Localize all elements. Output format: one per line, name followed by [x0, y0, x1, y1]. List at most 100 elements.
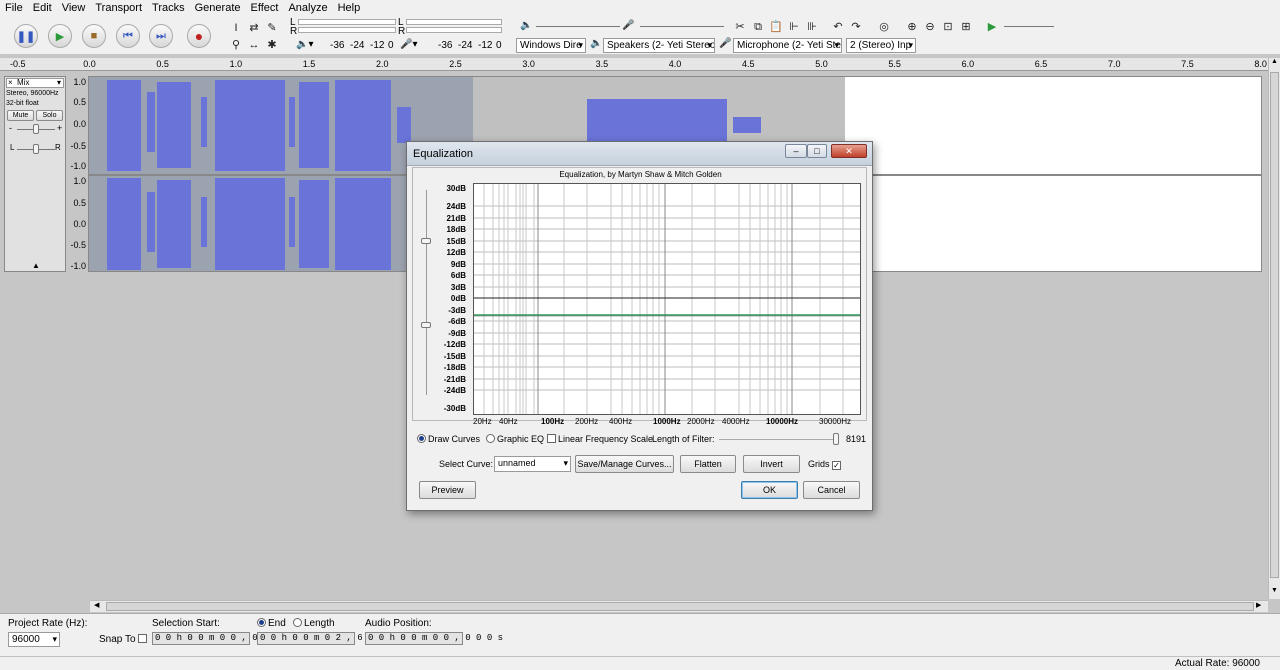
channels-select[interactable]: 2 (Stereo) Inp — [846, 38, 916, 53]
zoom-tool-icon[interactable]: ⚲ — [228, 37, 244, 53]
vertical-scroll-thumb[interactable] — [1270, 72, 1279, 578]
play-button[interactable]: ▶ — [48, 24, 72, 48]
play-meter-bar[interactable] — [406, 19, 502, 25]
play-at-speed-icon[interactable]: ▶ — [984, 19, 1000, 35]
save-manage-curves-button[interactable]: Save/Manage Curves... — [575, 455, 674, 473]
length-slider[interactable] — [719, 439, 839, 440]
speaker-meter-icon[interactable]: 🔈▾ — [296, 39, 313, 50]
ruler-tick-label: 2.5 — [449, 59, 462, 69]
draw-tool-icon[interactable]: ✎ — [264, 20, 280, 36]
menu-edit[interactable]: Edit — [28, 0, 57, 17]
multi-tool-icon[interactable]: ✱ — [264, 37, 280, 53]
project-rate-select[interactable]: 96000 — [8, 632, 60, 647]
horizontal-scrollbar[interactable]: ◀ ▶ — [90, 600, 1268, 612]
microphone-meter-icon[interactable]: 🎤▾ — [400, 39, 417, 50]
envelope-tool-icon[interactable]: ⇄ — [246, 20, 262, 36]
timeline-ruler[interactable]: -0.5 0.0 0.5 1.0 1.5 2.0 2.5 3.0 3.5 4.0 4.5 5.0 5.5… — [0, 58, 1268, 71]
invert-button[interactable]: Invert — [743, 455, 800, 473]
curve-select[interactable]: unnamed — [494, 456, 571, 472]
menu-analyze[interactable]: Analyze — [283, 0, 332, 17]
length-slider-thumb[interactable] — [833, 433, 839, 445]
mute-button[interactable]: Mute — [7, 110, 34, 121]
copy-icon[interactable]: ⧉ — [750, 19, 766, 35]
record-button[interactable]: ● — [187, 24, 211, 48]
eq-graph[interactable] — [473, 183, 861, 415]
draw-curves-radio[interactable]: Draw Curves — [417, 434, 480, 444]
gain-slider-thumb[interactable] — [33, 124, 39, 134]
freq-label: 4000Hz — [722, 417, 750, 426]
input-volume-slider[interactable] — [640, 26, 724, 27]
horizontal-scroll-thumb[interactable] — [106, 602, 1254, 611]
close-button[interactable]: ✕ — [831, 144, 867, 158]
scroll-down-icon[interactable]: ▼ — [1271, 587, 1278, 594]
ok-button[interactable]: OK — [741, 481, 798, 499]
recording-device-select[interactable]: Microphone (2- Yeti Ster — [733, 38, 842, 53]
selection-tool-icon[interactable]: I — [228, 20, 244, 36]
menu-file[interactable]: File — [0, 0, 28, 17]
close-icon: ✕ — [845, 146, 853, 156]
end-radio[interactable]: End — [257, 618, 286, 629]
preview-button[interactable]: Preview — [419, 481, 476, 499]
zoom-out-icon[interactable]: ⊖ — [922, 19, 938, 35]
trim-icon[interactable]: ⊩ — [786, 19, 802, 35]
dialog-title-bar[interactable]: Equalization – □ ✕ — [407, 142, 872, 166]
graphic-eq-label: Graphic EQ — [497, 434, 545, 444]
minimize-button[interactable]: – — [785, 144, 807, 158]
grids-checkbox[interactable]: Grids ✓ — [808, 459, 843, 470]
menu-tracks[interactable]: Tracks — [147, 0, 190, 17]
flatten-button[interactable]: Flatten — [680, 455, 736, 473]
track-name-menu[interactable]: × Mix ▾ — [6, 78, 64, 88]
menu-transport[interactable]: Transport — [90, 0, 147, 17]
play-speed-slider[interactable] — [1004, 26, 1054, 27]
cancel-button[interactable]: Cancel — [803, 481, 860, 499]
freq-label: 30000Hz — [819, 417, 852, 426]
scroll-right-icon[interactable]: ▶ — [1256, 601, 1261, 609]
record-meter-bar-r[interactable] — [298, 27, 396, 33]
snap-to-checkbox[interactable]: Snap To — [99, 634, 149, 645]
ruler-tick-label: 2.0 — [376, 59, 389, 69]
play-meter-bar-r[interactable] — [406, 27, 502, 33]
undo-icon[interactable]: ↶ — [830, 19, 846, 35]
skip-end-button[interactable]: ⏭ — [149, 24, 173, 48]
cut-icon[interactable]: ✂ — [732, 19, 748, 35]
fit-project-icon[interactable]: ⊞ — [958, 19, 974, 35]
paste-icon[interactable]: 📋 — [768, 19, 784, 35]
close-icon[interactable]: × — [8, 79, 13, 87]
menu-effect[interactable]: Effect — [246, 0, 284, 17]
selection-start-field[interactable]: 0 0 h 0 0 m 0 0 , 0 0 0 s — [152, 632, 290, 645]
playback-device-select[interactable]: Speakers (2- Yeti Stereo — [603, 38, 715, 53]
audio-host-select[interactable]: Windows Dire — [516, 38, 586, 53]
freq-label: 10000Hz — [766, 417, 799, 426]
length-value: 8191 — [846, 434, 867, 444]
zoom-in-icon[interactable]: ⊕ — [904, 19, 920, 35]
stop-icon: ■ — [90, 30, 98, 42]
scroll-left-icon[interactable]: ◀ — [94, 601, 99, 609]
menu-help[interactable]: Help — [333, 0, 366, 17]
output-volume-slider[interactable] — [536, 26, 620, 27]
fit-selection-icon[interactable]: ⊡ — [940, 19, 956, 35]
menu-view[interactable]: View — [57, 0, 91, 17]
skip-start-button[interactable]: ⏮ — [116, 24, 140, 48]
solo-button[interactable]: Solo — [36, 110, 63, 121]
sync-lock-icon[interactable]: ◎ — [876, 19, 892, 35]
ruler-tick-label: 5.5 — [888, 59, 901, 69]
audio-position-field[interactable]: 0 0 h 0 0 m 0 0 , 0 0 0 s — [365, 632, 503, 645]
silence-icon[interactable]: ⊪ — [804, 19, 820, 35]
meter-tick: 0 — [388, 40, 394, 51]
pan-slider-thumb[interactable] — [33, 144, 39, 154]
stop-button[interactable]: ■ — [82, 24, 106, 48]
linear-scale-checkbox[interactable]: Linear Frequency Scale — [547, 434, 653, 444]
selection-end-field[interactable]: 0 0 h 0 0 m 0 2 , 6 3 8 s — [257, 632, 395, 645]
graphic-eq-radio[interactable]: Graphic EQ — [486, 434, 544, 444]
maximize-button[interactable]: □ — [807, 144, 827, 158]
scroll-up-icon[interactable]: ▲ — [1271, 58, 1278, 65]
timeshift-tool-icon[interactable]: ↔ — [246, 37, 262, 53]
pause-button[interactable]: ❚❚ — [14, 24, 38, 48]
vertical-scrollbar[interactable]: ▲ ▼ — [1268, 58, 1280, 599]
ruler-tick-label: 0.0 — [83, 59, 96, 69]
record-meter-bar[interactable] — [298, 19, 396, 25]
redo-icon[interactable]: ↷ — [848, 19, 864, 35]
collapse-track-icon[interactable]: ▲ — [32, 261, 40, 270]
menu-generate[interactable]: Generate — [190, 0, 246, 17]
length-radio[interactable]: Length — [293, 618, 335, 629]
